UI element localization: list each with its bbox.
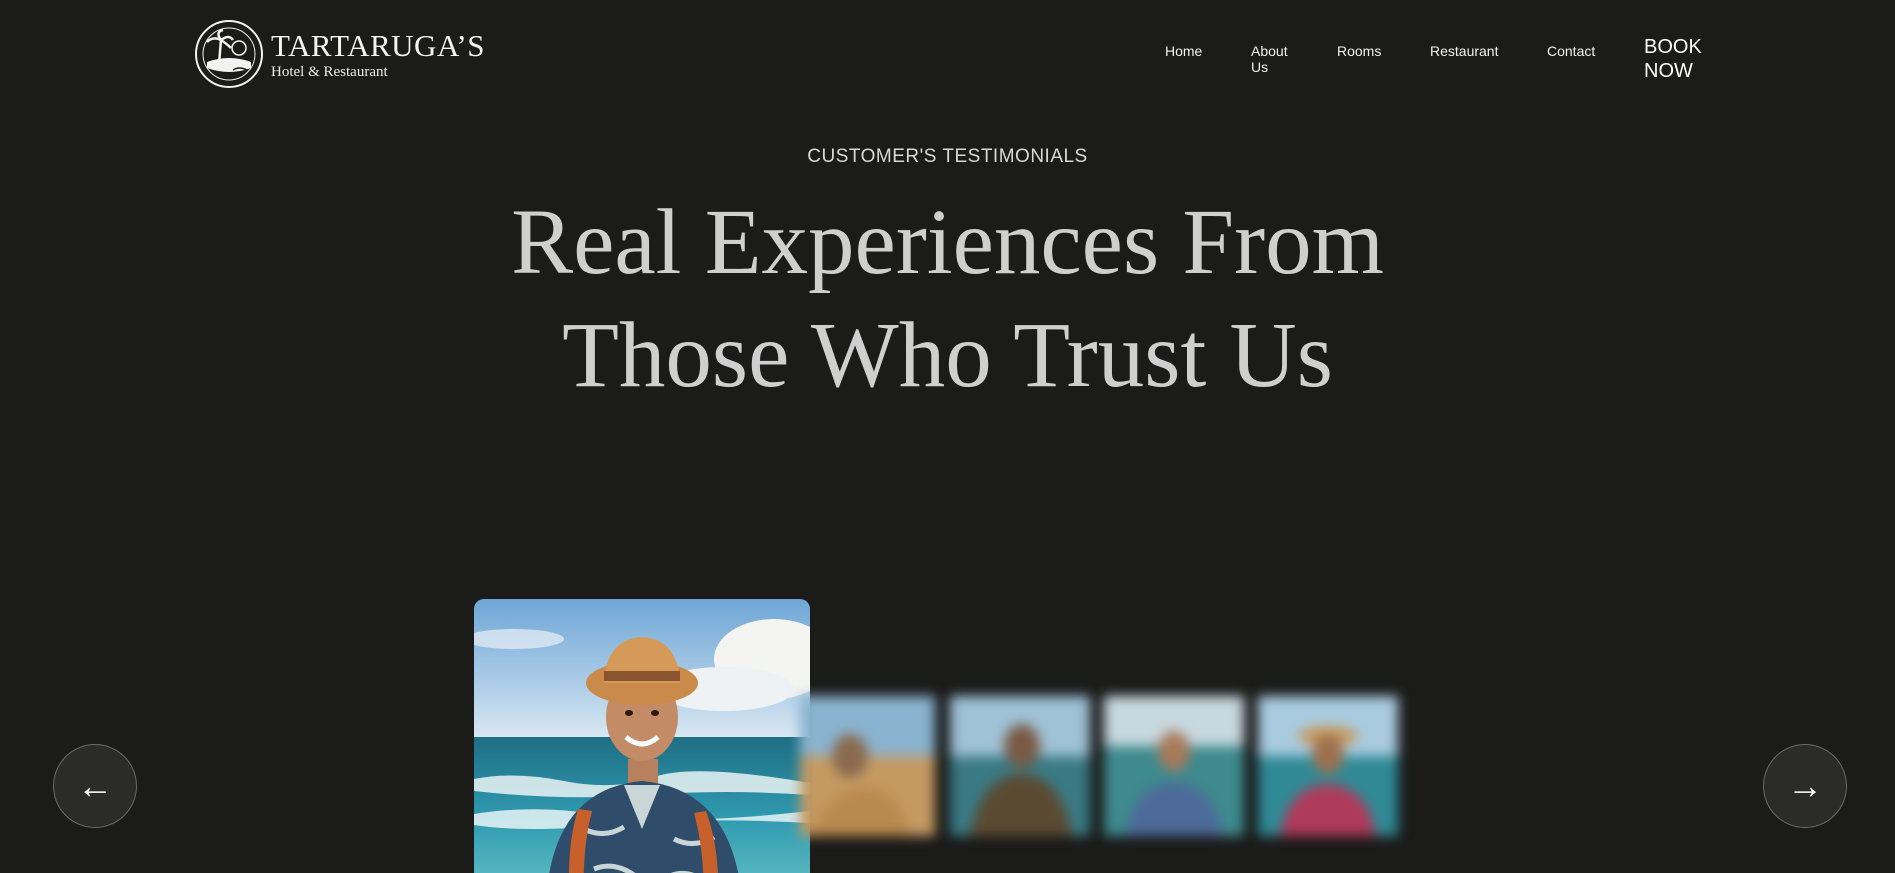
arrow-left-icon: ← (77, 765, 113, 806)
guest-thumbnail[interactable] (800, 696, 935, 836)
headline-line-2: Those Who Trust Us (562, 304, 1333, 407)
guest-thumbnail[interactable] (1258, 696, 1398, 836)
arrow-right-icon: → (1787, 765, 1823, 806)
carousel-next-button[interactable]: → (1763, 744, 1847, 828)
carousel-prev-button[interactable]: ← (53, 744, 137, 828)
nav-home-link[interactable]: Home (1165, 43, 1202, 59)
nav-rooms-link[interactable]: Rooms (1337, 43, 1381, 59)
guest-portrait-man-straw-hat (474, 599, 810, 873)
guest-thumbnail[interactable] (950, 696, 1090, 836)
headline-line-1: Real Experiences From (511, 191, 1384, 294)
guest-portrait-blurred (800, 696, 935, 836)
guest-portrait-blurred (950, 696, 1090, 836)
main-nav: Home About Us Rooms Restaurant Contact (0, 42, 1895, 82)
nav-contact-link[interactable]: Contact (1547, 43, 1595, 59)
section-eyebrow: CUSTOMER'S TESTIMONIALS (807, 146, 1088, 167)
nav-restaurant-link[interactable]: Restaurant (1430, 43, 1498, 59)
guest-portrait-blurred (1104, 696, 1244, 836)
nav-about-link[interactable]: About Us (1251, 43, 1301, 75)
testimonials-page: TARTARUGA’S Hotel & Restaurant Home Abou… (0, 0, 1895, 873)
section-headline: Real Experiences From Those Who Trust Us (0, 186, 1895, 412)
book-now-button[interactable]: BOOK NOW (1644, 35, 1724, 83)
featured-guest-photo[interactable] (474, 599, 810, 873)
guest-thumbnail[interactable] (1104, 696, 1244, 836)
guest-portrait-blurred (1258, 696, 1398, 836)
